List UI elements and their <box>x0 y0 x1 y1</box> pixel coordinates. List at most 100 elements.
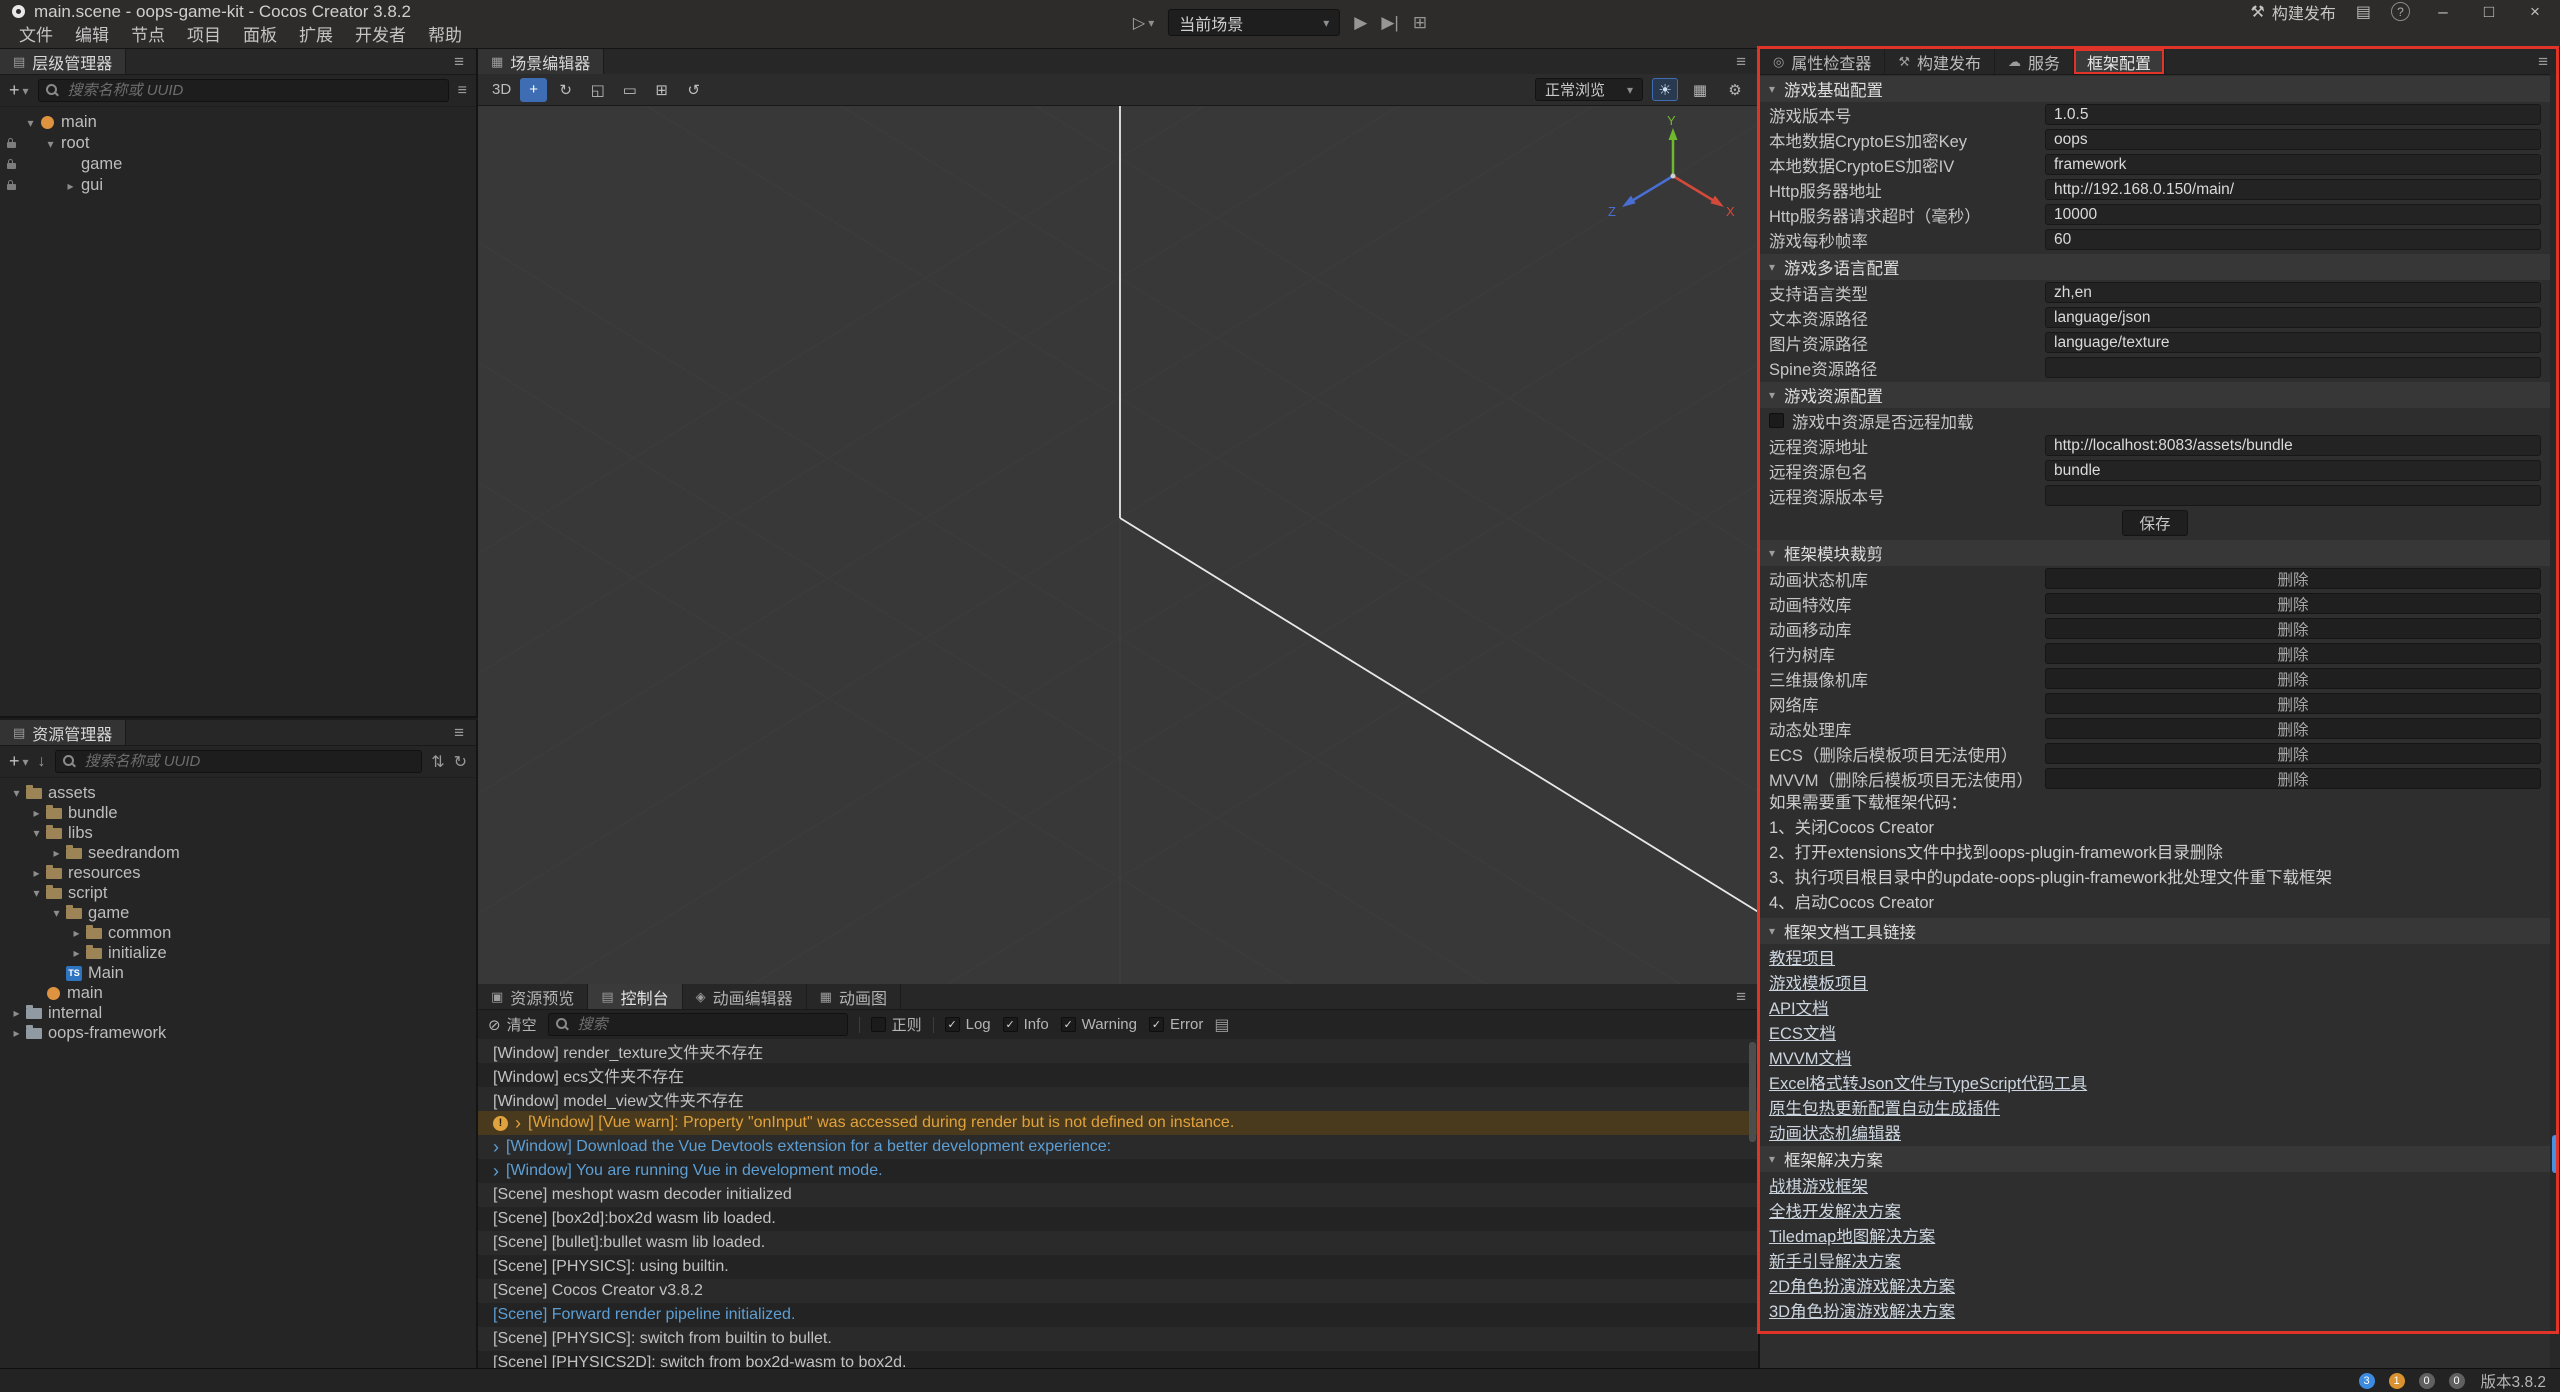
console-scrollbar[interactable] <box>1749 1042 1756 1142</box>
delete-module-button[interactable]: 删除 <box>2045 568 2541 589</box>
expand-icon[interactable]: › <box>515 1114 521 1132</box>
delete-module-button[interactable]: 删除 <box>2045 668 2541 689</box>
doc-link[interactable]: MVVM文档 <box>1769 1045 1852 1069</box>
tab-build-publish[interactable]: ⚒构建发布 <box>1885 49 1995 74</box>
panel-menu-icon[interactable]: ≡ <box>442 52 476 72</box>
status-badge-warning-count[interactable]: 1 <box>2389 1373 2405 1389</box>
assets-node-initialize[interactable]: ▸initialize <box>0 943 476 963</box>
pivot-tool[interactable]: ⊞ <box>648 78 675 102</box>
delete-module-button[interactable]: 删除 <box>2045 693 2541 714</box>
status-badge-task-count[interactable]: 0 <box>2449 1373 2465 1389</box>
move-tool[interactable]: + <box>520 78 547 102</box>
console-search[interactable] <box>548 1013 848 1036</box>
assets-node-game[interactable]: ▾game <box>0 903 476 923</box>
save-button[interactable]: 保存 <box>2122 510 2187 536</box>
tab-animation-editor[interactable]: ◈动画编辑器 <box>683 984 807 1009</box>
maximize-button[interactable]: □ <box>2476 2 2502 22</box>
hierarchy-node-root[interactable]: ▾root <box>0 133 476 154</box>
section-header[interactable]: ▾框架解决方案 <box>1760 1146 2550 1172</box>
property-input[interactable]: zh,en <box>2045 282 2541 303</box>
expand-icon[interactable]: › <box>493 1138 499 1156</box>
property-input[interactable]: framework <box>2045 154 2541 175</box>
assets-node-assets[interactable]: ▾assets <box>0 783 476 803</box>
menu-node[interactable]: 节点 <box>120 23 176 48</box>
assets-search-input[interactable] <box>83 752 415 771</box>
filter-error[interactable]: ✓Error <box>1149 1016 1203 1033</box>
chevron-right-icon[interactable]: ▸ <box>68 946 85 960</box>
inspector-scrollbar[interactable] <box>2550 74 2560 1368</box>
grid-toggle[interactable]: ▦ <box>1687 78 1713 101</box>
menu-extension[interactable]: 扩展 <box>288 23 344 48</box>
assets-node-internal[interactable]: ▸internal <box>0 1003 476 1023</box>
clear-console-button[interactable]: ⊘ 清空 <box>488 1014 537 1035</box>
assets-node-oops-framework[interactable]: ▸oops-framework <box>0 1023 476 1043</box>
chevron-right-icon[interactable]: ▸ <box>48 846 65 860</box>
import-icon[interactable]: ↓ <box>38 753 46 771</box>
property-input[interactable]: language/texture <box>2045 332 2541 353</box>
property-input[interactable]: http://localhost:8083/assets/bundle <box>2045 435 2541 456</box>
step-button[interactable]: ▶| <box>1381 13 1399 33</box>
doc-link[interactable]: 教程项目 <box>1769 945 1835 969</box>
doc-link[interactable]: 2D角色扮演游戏解决方案 <box>1769 1273 1955 1297</box>
section-header[interactable]: ▾游戏基础配置 <box>1760 76 2550 102</box>
assets-search[interactable] <box>55 750 423 773</box>
delete-module-button[interactable]: 删除 <box>2045 618 2541 639</box>
mode-3d-button[interactable]: 3D <box>488 78 515 102</box>
create-asset-button[interactable]: + ▾ <box>9 751 29 772</box>
tab-animation-graph[interactable]: ▦动画图 <box>807 984 901 1009</box>
hierarchy-node-main[interactable]: ▾main <box>0 112 476 133</box>
chevron-right-icon[interactable]: ▸ <box>8 1006 25 1020</box>
chevron-down-icon[interactable]: ▾ <box>8 786 25 800</box>
rotate-tool[interactable]: ↻ <box>552 78 579 102</box>
assets-node-libs[interactable]: ▾libs <box>0 823 476 843</box>
help-icon[interactable]: ? <box>2391 2 2410 21</box>
remote-load-checkbox[interactable] <box>1769 413 1784 428</box>
assets-node-script[interactable]: ▾script <box>0 883 476 903</box>
delete-module-button[interactable]: 删除 <box>2045 718 2541 739</box>
rect-tool[interactable]: ▭ <box>616 78 643 102</box>
doc-link[interactable]: 3D角色扮演游戏解决方案 <box>1769 1298 1955 1322</box>
assets-node-resources[interactable]: ▸resources <box>0 863 476 883</box>
assets-node-seedrandom[interactable]: ▸seedrandom <box>0 843 476 863</box>
doc-link[interactable]: 全栈开发解决方案 <box>1769 1198 1901 1222</box>
play-button[interactable]: ▶ <box>1354 13 1367 33</box>
property-input[interactable]: 60 <box>2045 229 2541 250</box>
assets-node-bundle[interactable]: ▸bundle <box>0 803 476 823</box>
chevron-right-icon[interactable]: ▸ <box>62 179 79 193</box>
property-input[interactable]: language/json <box>2045 307 2541 328</box>
view-mode-select[interactable]: 正常浏览 ▾ <box>1535 78 1643 101</box>
filter-warning[interactable]: ✓Warning <box>1061 1016 1137 1033</box>
tab-service[interactable]: ☁服务 <box>1995 49 2074 74</box>
property-input[interactable] <box>2045 357 2541 378</box>
build-publish-button[interactable]: ⚒ 构建发布 <box>2251 0 2336 24</box>
doc-link[interactable]: 新手引导解决方案 <box>1769 1248 1901 1272</box>
tab-asset-preview[interactable]: ▣资源预览 <box>478 984 588 1009</box>
doc-link[interactable]: Tiledmap地图解决方案 <box>1769 1223 1935 1247</box>
scene-viewport[interactable]: Y X Z <box>478 106 1760 984</box>
tab-console[interactable]: ▤控制台 <box>588 984 682 1009</box>
delete-module-button[interactable]: 删除 <box>2045 643 2541 664</box>
chevron-right-icon[interactable]: ▸ <box>28 866 45 880</box>
chevron-right-icon[interactable]: ▸ <box>8 1026 25 1040</box>
doc-link[interactable]: 动画状态机编辑器 <box>1769 1120 1901 1144</box>
scene-select[interactable]: 当前场景 ▾ <box>1168 9 1340 36</box>
hierarchy-node-gui[interactable]: ▸gui <box>0 175 476 196</box>
hierarchy-search-input[interactable] <box>66 81 441 100</box>
menu-edit[interactable]: 编辑 <box>64 23 120 48</box>
layout-icon[interactable]: ▤ <box>2356 2 2371 22</box>
expand-icon[interactable]: › <box>493 1162 499 1180</box>
close-button[interactable]: × <box>2522 2 2548 22</box>
status-badge-error-count[interactable]: 0 <box>2419 1373 2435 1389</box>
export-log-icon[interactable]: ▤ <box>1214 1015 1229 1035</box>
filter-log[interactable]: ✓Log <box>945 1016 991 1033</box>
refresh-icon[interactable]: ↻ <box>454 752 467 772</box>
hierarchy-node-game[interactable]: game <box>0 154 476 175</box>
sort-icon[interactable]: ⇅ <box>431 752 444 772</box>
filter-icon[interactable]: ≡ <box>458 82 467 100</box>
doc-link[interactable]: 原生包热更新配置自动生成插件 <box>1769 1095 2000 1119</box>
minimize-button[interactable]: – <box>2430 2 2456 22</box>
status-badge-log-count[interactable]: 3 <box>2359 1373 2375 1389</box>
light-toggle[interactable]: ☀ <box>1652 78 1678 101</box>
menu-panel[interactable]: 面板 <box>232 23 288 48</box>
tab-framework-config[interactable]: 框架配置 <box>2074 49 2165 74</box>
